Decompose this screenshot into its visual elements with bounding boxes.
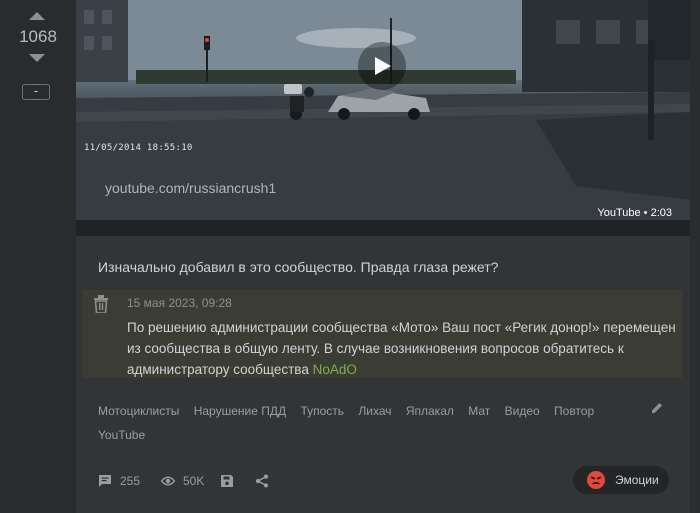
admin-link[interactable]: NoAdO (313, 362, 357, 377)
comments-count[interactable]: 255 (98, 474, 140, 488)
tag[interactable]: Повтор (554, 404, 594, 418)
video-watermark: youtube.com/russiancrush1 (105, 180, 277, 196)
tag[interactable]: Мат (468, 404, 490, 418)
views-count: 50K (161, 474, 204, 488)
views-value: 50K (183, 474, 205, 488)
collapse-button[interactable]: - (22, 84, 50, 100)
video-timestamp: 11/05/2014 18:55:10 (84, 143, 193, 153)
notice-text: По решению администрации сообщества «Мот… (127, 317, 679, 380)
share-icon[interactable] (255, 474, 269, 488)
emotions-label: Эмоции (615, 473, 659, 487)
play-button[interactable] (358, 42, 406, 90)
tag[interactable]: Яплакал (406, 404, 454, 418)
comment-icon (99, 475, 111, 487)
tag[interactable]: Тупость (300, 404, 344, 418)
tag-list: Мотоциклисты Нарушение ПДД Тупость Лихач… (98, 399, 638, 447)
video-player[interactable]: 11/05/2014 18:55:10 youtube.com/russianc… (76, 0, 690, 236)
post-text: Изначально добавил в это сообщество. Пра… (98, 259, 499, 275)
right-gutter (690, 0, 700, 513)
tag[interactable]: Мотоциклисты (98, 404, 179, 418)
save-icon[interactable] (220, 474, 234, 488)
angry-face-icon (587, 471, 605, 489)
eye-icon (161, 476, 175, 486)
tag[interactable]: YouTube (98, 428, 145, 442)
play-icon (375, 57, 391, 75)
tag[interactable]: Нарушение ПДД (194, 404, 286, 418)
notice-message: По решению администрации сообщества «Мот… (127, 320, 676, 377)
video-thumbnail (76, 0, 690, 236)
downvote-chevron-down-icon[interactable] (29, 54, 45, 62)
rating-column: 1068 - (0, 0, 76, 513)
trash-icon (94, 295, 108, 313)
video-source-badge: YouTube • 2:03 (597, 207, 672, 219)
rating-value: 1068 (19, 27, 57, 46)
pencil-icon[interactable] (650, 401, 664, 415)
tag[interactable]: Лихач (358, 404, 391, 418)
post-footer: 255 50K Эмоции (76, 466, 690, 498)
comments-value: 255 (120, 474, 141, 488)
moderation-notice: 15 мая 2023, 09:28 По решению администра… (82, 290, 682, 378)
emotions-button[interactable]: Эмоции (573, 466, 669, 494)
upvote-chevron-up-icon[interactable] (29, 12, 45, 20)
notice-date: 15 мая 2023, 09:28 (127, 296, 232, 310)
tag[interactable]: Видео (505, 404, 540, 418)
post-card: 11/05/2014 18:55:10 youtube.com/russianc… (76, 0, 690, 513)
